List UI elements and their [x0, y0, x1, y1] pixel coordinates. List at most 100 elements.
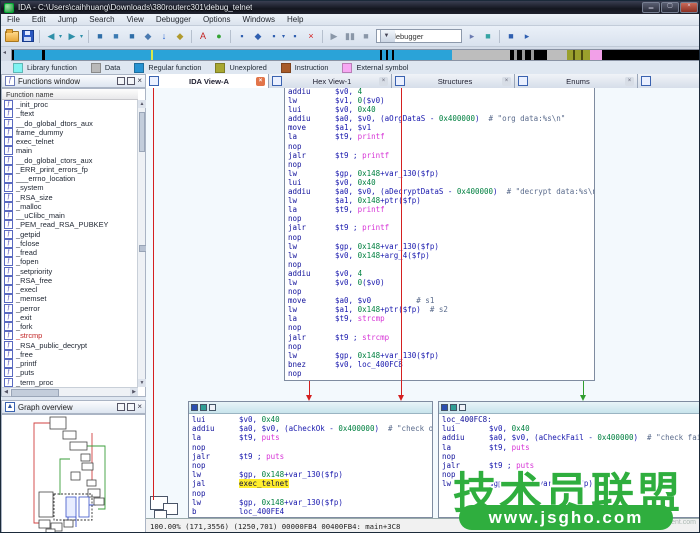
asm-line[interactable]: lui$v0, 0x40 [288, 178, 594, 187]
float-icon[interactable] [127, 403, 135, 411]
asm-line[interactable]: addiu$a0, $v0, (aDecryptDataS - 0x400000… [288, 187, 594, 196]
tab-close-icon[interactable]: × [625, 77, 634, 86]
graph-overview-panel[interactable] [1, 414, 146, 533]
menu-item-edit[interactable]: Edit [26, 15, 52, 24]
debug-start-process-button[interactable]: ▪ [234, 29, 250, 44]
menu-item-view[interactable]: View [121, 15, 150, 24]
graph-overview-minimap[interactable] [2, 415, 145, 533]
function-row[interactable]: f_fclose [2, 239, 138, 248]
minimize-button[interactable]: ▁ [642, 2, 660, 13]
scrollbar-thumb[interactable] [139, 112, 145, 152]
debug-cancel-button[interactable]: × [303, 29, 319, 44]
tab-close-icon[interactable]: × [502, 77, 511, 86]
menu-item-jump[interactable]: Jump [52, 15, 84, 24]
close-panel-icon[interactable]: × [137, 404, 142, 410]
asm-line[interactable]: lw$a1, 0x148+ptr($fp) [288, 196, 594, 205]
function-row[interactable]: f_fork [2, 322, 138, 331]
jump-address-button[interactable]: ■ [92, 29, 108, 44]
asm-line[interactable]: la$t9, printf [288, 205, 594, 214]
ida-graph-view[interactable]: addiu$v0, 4lw$v1, 0($v0)lui$v0, 0x40addi… [146, 88, 700, 518]
pause-button[interactable]: ▮▮ [342, 29, 358, 44]
function-row[interactable]: f_init_proc [2, 100, 138, 109]
asm-line[interactable]: lui$v0, 0x40 [192, 415, 432, 424]
tab-hex-view-1[interactable]: Hex View-1× [269, 74, 392, 88]
chevron-down-icon[interactable]: ▼ [380, 30, 395, 42]
dock-icon[interactable] [117, 77, 125, 85]
navigation-band[interactable]: ◂ [1, 47, 700, 61]
breakpoints-button[interactable]: ■ [503, 29, 519, 44]
asm-line[interactable]: move$a0, $v0 # s1 [288, 296, 594, 305]
menu-item-help[interactable]: Help [281, 15, 309, 24]
maximize-button[interactable]: ▢ [661, 2, 679, 13]
asm-line[interactable]: nop [288, 214, 594, 223]
asm-line[interactable]: nop [288, 369, 594, 378]
scroll-down-icon[interactable]: ▼ [138, 379, 146, 387]
tab-close-icon[interactable]: × [379, 77, 388, 86]
float-icon[interactable] [127, 77, 135, 85]
scroll-right-icon[interactable]: ▶ [130, 388, 138, 396]
asm-line[interactable]: bloc_400FE4 [192, 507, 432, 516]
close-panel-icon[interactable]: × [137, 78, 142, 84]
asm-line[interactable]: jalr$t9 ; printf [288, 151, 594, 160]
run-button[interactable]: ▶ [326, 29, 342, 44]
menu-item-windows[interactable]: Windows [237, 15, 281, 24]
function-row[interactable]: f_RSA_free [2, 276, 138, 285]
debug-step-menu-button[interactable]: ▾ [280, 29, 287, 44]
function-row[interactable]: f_RSA_public_decrypt [2, 341, 138, 350]
asm-line[interactable]: nop [288, 287, 594, 296]
asm-line[interactable]: la$t9, puts [442, 443, 700, 452]
basic-block-check-ok[interactable]: lui$v0, 0x40addiu$a0, $v0, (aCheckOk - 0… [188, 401, 433, 518]
close-button[interactable]: × [680, 2, 698, 13]
function-row[interactable]: f_strcmp [2, 331, 138, 340]
asm-line[interactable]: lw$v0, 0x148+arg_4($fp) [288, 251, 594, 260]
asm-line[interactable]: lui$v0, 0x40 [288, 105, 594, 114]
scroll-left-icon[interactable]: ◀ [2, 388, 10, 396]
function-row[interactable]: f_perror [2, 304, 138, 313]
tab-structures[interactable]: Structures× [392, 74, 515, 88]
function-row[interactable]: f_ftext [2, 109, 138, 118]
function-row[interactable]: f_term_proc [2, 378, 138, 387]
save-file-button[interactable] [20, 29, 36, 44]
asm-line[interactable]: la$t9, strcmp [288, 314, 594, 323]
asm-line[interactable]: addiu$v0, 4 [288, 269, 594, 278]
function-row[interactable]: f_getpid [2, 230, 138, 239]
asm-line[interactable]: addiu$a0, $v0, (aOrgDataS - 0x400000) # … [288, 114, 594, 123]
function-row[interactable]: f__uClibc_main [2, 211, 138, 220]
function-row[interactable]: f_PEM_read_RSA_PUBKEY [2, 220, 138, 229]
asm-line[interactable]: lw$gp, 0x148+var_130($fp) [288, 351, 594, 360]
asm-line[interactable]: lw$gp, 0x148+var_130($fp) [288, 169, 594, 178]
function-row[interactable]: f_memset [2, 294, 138, 303]
watches-button[interactable]: ▸ [519, 29, 535, 44]
asm-line[interactable]: nop [288, 160, 594, 169]
asm-line[interactable]: nop [288, 342, 594, 351]
asm-line[interactable]: lw$gp, 0x148+var_130($fp) [288, 242, 594, 251]
asm-line[interactable]: lw$v1, 0($v0) [288, 96, 594, 105]
jump-name-button[interactable]: ■ [108, 29, 124, 44]
function-row[interactable]: f_fopen [2, 257, 138, 266]
asm-line[interactable]: nop [192, 443, 432, 452]
menu-item-options[interactable]: Options [197, 15, 237, 24]
graph-overview-header[interactable]: ▲ Graph overview × [1, 400, 146, 414]
asm-line[interactable]: jalr$t9 ; printf [288, 223, 594, 232]
function-row[interactable]: f_fread [2, 248, 138, 257]
asm-line[interactable]: move$a1, $v1 [288, 123, 594, 132]
jump-xref-button[interactable]: ◆ [140, 29, 156, 44]
asm-line[interactable]: jalr$t9 ; puts [192, 452, 432, 461]
function-row[interactable]: f_malloc [2, 202, 138, 211]
asm-line[interactable]: jalr$t9 ; strcmp [288, 333, 594, 342]
title-bar[interactable]: IDA - C:\Users\caihhuang\Downloads\380ro… [1, 1, 700, 14]
function-row[interactable]: f_system [2, 183, 138, 192]
function-row[interactable]: f__do_global_ctors_aux [2, 156, 138, 165]
function-row[interactable]: f_exit [2, 313, 138, 322]
asm-line[interactable]: lw$gp, 0x148+var_130($fp) [192, 498, 432, 507]
asm-line[interactable]: nop [192, 516, 432, 518]
debugger-selector[interactable]: No debugger▼ [376, 29, 462, 43]
asm-line[interactable]: loc_400FC8: [442, 415, 700, 424]
asm-line[interactable]: bnez$v0, loc_400FC8 [288, 360, 594, 369]
asm-line[interactable]: la$t9, printf [288, 132, 594, 141]
function-row[interactable]: f_puts [2, 368, 138, 377]
asm-line[interactable]: lw$gp, 0x148+var_130($fp) [192, 470, 432, 479]
debug-attach-button[interactable]: ◆ [250, 29, 266, 44]
navband-strip[interactable] [11, 49, 700, 61]
function-row[interactable]: f_printf [2, 359, 138, 368]
